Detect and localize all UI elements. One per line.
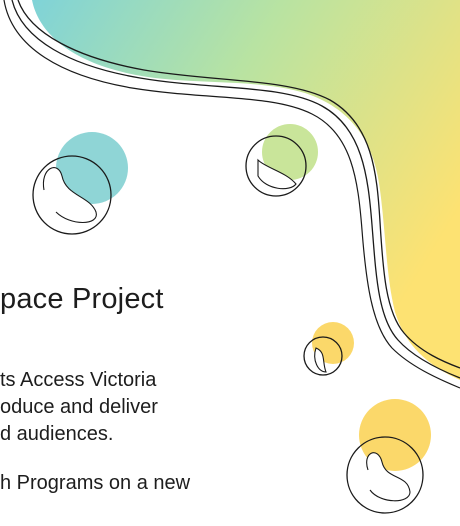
page-heading: pace Project xyxy=(0,283,164,315)
body-text: ts Access Victoria oduce and deliver d a… xyxy=(0,367,300,497)
body-line-2: oduce and deliver xyxy=(0,396,158,418)
body-line-3: d audiences. xyxy=(0,423,114,445)
body-paragraph-2: h Programs on a new xyxy=(0,472,191,494)
body-line-1: ts Access Victoria xyxy=(0,369,157,391)
